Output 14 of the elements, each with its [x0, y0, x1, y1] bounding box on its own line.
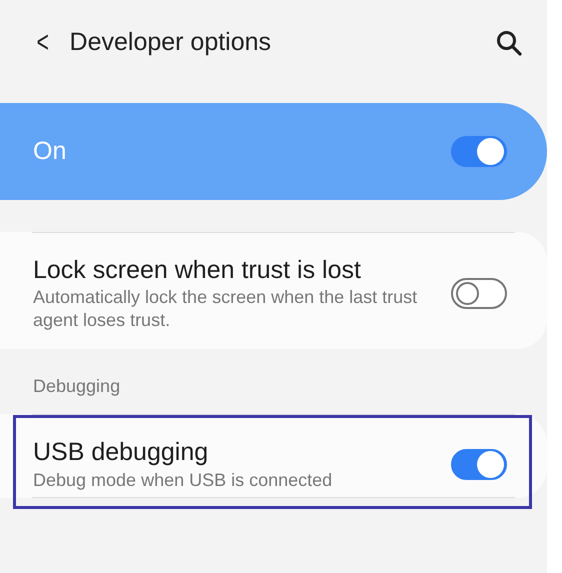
search-icon[interactable]	[495, 29, 523, 57]
setting-row[interactable]: USB debugging Debug mode when USB is connected	[13, 415, 532, 509]
back-button[interactable]: <	[34, 28, 52, 58]
setting-row[interactable]: Lock screen when trust is lost Automatically lock the screen when the last trust agent loses trust.	[0, 233, 547, 350]
toggle-switch[interactable]	[451, 136, 507, 167]
master-switch-label: On	[33, 136, 66, 167]
setting-title: Lock screen when trust is lost	[33, 255, 362, 286]
setting-title: USB debugging	[33, 437, 210, 468]
setting-description: Debug mode when USB is connected	[33, 468, 334, 491]
page-title: Developer options	[70, 27, 272, 58]
toggle-switch[interactable]	[451, 448, 507, 480]
section-header: Debugging	[32, 375, 122, 398]
setting-description: Automatically lock the screen when the last trust agent loses trust.	[33, 286, 418, 332]
toggle-switch[interactable]	[451, 278, 507, 309]
